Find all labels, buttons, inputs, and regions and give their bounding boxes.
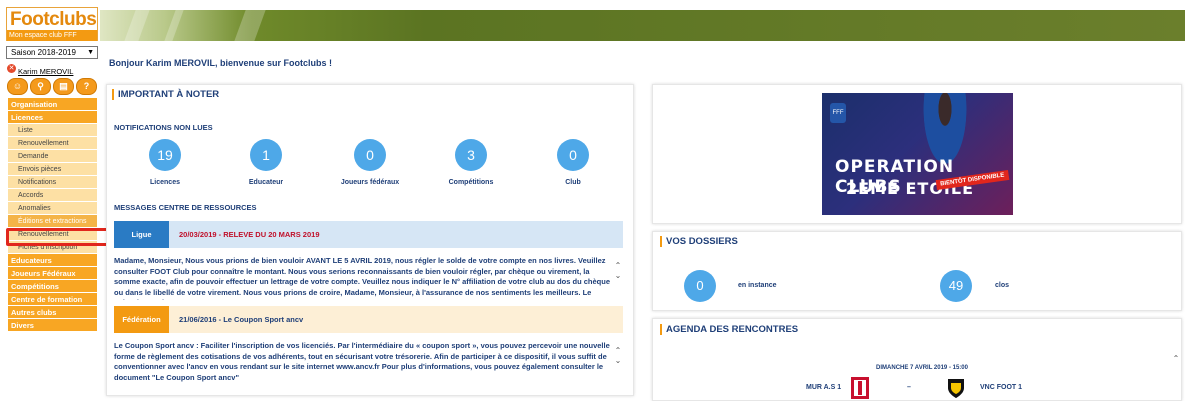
dossier-label-clos: clos [995, 282, 1010, 289]
sidebar-item[interactable]: Joueurs Fédéraux [8, 267, 97, 280]
message-scroll-ligue[interactable]: ⌃ ⌄ [614, 261, 622, 281]
messages-label: MESSAGES CENTRE DE RESSOURCES [114, 203, 257, 212]
message-header-federation[interactable]: Fédération 21/06/2016 - Le Coupon Sport … [114, 306, 623, 333]
notification-label: Compétitions [448, 179, 494, 186]
logo-wordmark: Footclubs [10, 9, 97, 30]
promo-banner[interactable]: FFF OPERATION CLUBS 2ÈME ETOILE BIENTÔT … [822, 93, 1013, 215]
dossier-count-instance[interactable]: 0 [684, 270, 716, 302]
message-scroll-federation[interactable]: ⌃ ⌄ [614, 346, 622, 366]
sidebar-item[interactable]: Compétitions [8, 280, 97, 293]
help-icon[interactable]: ? [76, 78, 97, 95]
sidebar-item[interactable]: Renouvellement [8, 137, 97, 150]
user-icon[interactable]: ☺ [7, 78, 28, 95]
message-body-ligue: Madame, Monsieur, Nous vous prions de bi… [114, 256, 611, 300]
notification-label: Educateur [248, 179, 284, 186]
chevron-down-icon: ▼ [87, 49, 94, 56]
agenda-title: AGENDA DES RENCONTRES [659, 324, 799, 335]
footclubs-logo[interactable]: Footclubs Mon espace club FFF [6, 7, 98, 41]
sidebar-item[interactable]: Organisation [8, 98, 97, 111]
logout-icon[interactable]: ✕ [7, 64, 16, 73]
notification-count[interactable]: 1 [250, 139, 282, 171]
document-icon[interactable]: ▤ [53, 78, 74, 95]
fff-badge: FFF [830, 103, 846, 123]
dossier-label-instance: en instance [738, 282, 777, 289]
user-name-link[interactable]: Karim MEROVIL [18, 67, 73, 76]
notification-count[interactable]: 3 [455, 139, 487, 171]
away-crest-icon [948, 379, 964, 398]
sidebar-item[interactable]: Notifications [8, 176, 97, 189]
chevron-up-icon[interactable]: ⌃ [615, 261, 622, 270]
notification-label: Joueurs fédéraux [340, 179, 400, 186]
notification-count[interactable]: 0 [557, 139, 589, 171]
sidebar-item[interactable]: Centre de formation [8, 293, 97, 306]
message-body-federation: Le Coupon Sport ancv : Faciliter l'inscr… [114, 341, 610, 382]
notification-count[interactable]: 0 [354, 139, 386, 171]
notification-label: Licences [150, 179, 180, 186]
dossier-count-clos[interactable]: 49 [940, 270, 972, 302]
message-title: 20/03/2019 - RELEVE DU 20 MARS 2019 [179, 230, 320, 239]
sidebar-item[interactable]: Accords [8, 189, 97, 202]
message-tag: Fédération [114, 306, 169, 333]
home-crest-icon [851, 377, 869, 399]
sidebar-item[interactable]: Éditions et extractions [8, 215, 97, 228]
dossiers-title: VOS DOSSIERS [660, 236, 738, 247]
sidebar-item[interactable]: Licences [8, 111, 97, 124]
chevron-up-icon[interactable]: ⌃ [1172, 354, 1180, 364]
notification-count[interactable]: 19 [149, 139, 181, 171]
important-title: IMPORTANT À NOTER [111, 89, 220, 100]
season-select[interactable]: Saison 2018-2019 ▼ [6, 46, 98, 59]
notifications-label: NOTIFICATIONS NON LUES [114, 123, 213, 132]
sidebar-item[interactable]: Divers [8, 319, 97, 332]
chevron-down-icon[interactable]: ⌄ [615, 271, 622, 280]
sidebar-menu: Organisation Licences Liste Renouvellement D… [8, 98, 97, 332]
message-header-ligue[interactable]: Ligue 20/03/2019 - RELEVE DU 20 MARS 201… [114, 221, 623, 248]
match-separator: – [907, 384, 911, 391]
menu-highlight-box [6, 228, 110, 246]
notification-label: Club [565, 179, 581, 186]
sidebar-item[interactable]: Anomalies [8, 202, 97, 215]
sidebar-item[interactable]: Autres clubs [8, 306, 97, 319]
sidebar-item[interactable]: Liste [8, 124, 97, 137]
home-team: MUR A.S 1 [806, 384, 842, 391]
chevron-up-icon[interactable]: ⌃ [615, 346, 622, 355]
logo-subtitle: Mon espace club FFF [7, 30, 97, 41]
sidebar-item[interactable]: Educateurs [8, 254, 97, 267]
search-icon[interactable]: ⚲ [30, 78, 51, 95]
quick-actions: ☺ ⚲ ▤ ? [7, 78, 97, 95]
welcome-message: Bonjour Karim MEROVIL, bienvenue sur Foo… [109, 58, 333, 68]
season-select-value: Saison 2018-2019 [11, 48, 76, 57]
sidebar-item[interactable]: Demande [8, 150, 97, 163]
sidebar-item[interactable]: Envois pièces [8, 163, 97, 176]
away-team: VNC FOOT 1 [980, 384, 1023, 391]
message-tag: Ligue [114, 221, 169, 248]
match-date: DIMANCHE 7 AVRIL 2019 - 15:00 [876, 365, 968, 371]
header-banner [100, 10, 1185, 41]
message-title: 21/06/2016 - Le Coupon Sport ancv [179, 315, 304, 324]
chevron-down-icon[interactable]: ⌄ [615, 356, 622, 365]
